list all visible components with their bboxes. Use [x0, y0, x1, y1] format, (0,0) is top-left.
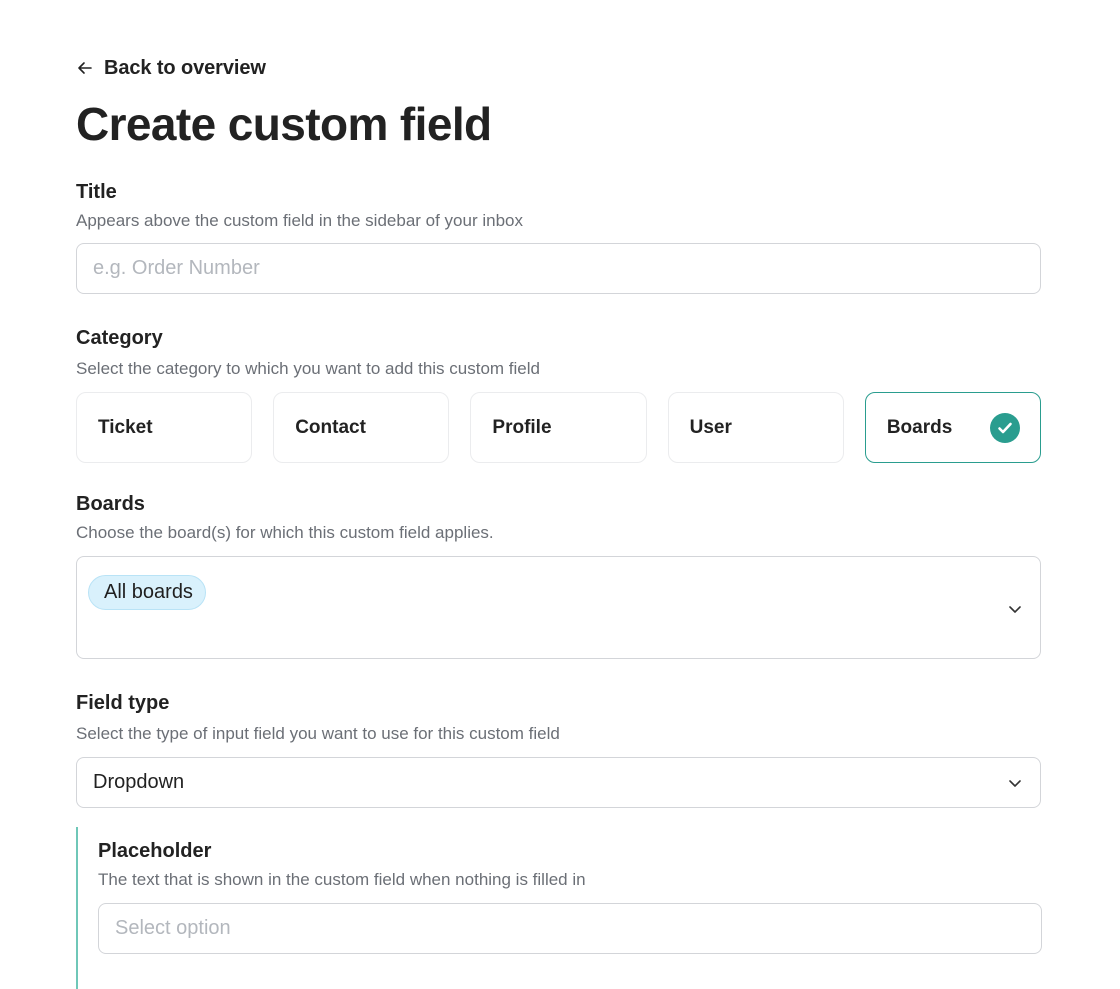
boards-label: Boards: [76, 493, 145, 515]
category-option-contact[interactable]: Contact: [273, 392, 450, 463]
placeholder-input[interactable]: Select option: [98, 903, 1042, 954]
placeholder-help: The text that is shown in the custom fie…: [98, 870, 586, 889]
back-label: Back to overview: [104, 56, 266, 79]
title-input[interactable]: e.g. Order Number: [76, 243, 1041, 294]
category-option-profile[interactable]: Profile: [470, 392, 647, 463]
category-option-label: Profile: [492, 416, 552, 438]
category-option-label: Contact: [295, 416, 366, 438]
field-type-label: Field type: [76, 692, 170, 714]
category-option-label: Ticket: [98, 416, 153, 438]
placeholder-input-placeholder: Select option: [115, 917, 231, 939]
title-help: Appears above the custom field in the si…: [76, 211, 523, 230]
chevron-down-icon: [1009, 606, 1021, 613]
boards-help: Choose the board(s) for which this custo…: [76, 523, 494, 542]
boards-multiselect[interactable]: All boards: [76, 556, 1041, 659]
category-label: Category: [76, 327, 163, 349]
field-type-help: Select the type of input field you want …: [76, 724, 560, 743]
category-option-label: Boards: [886, 416, 953, 438]
board-chip[interactable]: All boards: [88, 575, 206, 610]
page-title: Create custom field: [76, 98, 492, 150]
field-type-select[interactable]: Dropdown: [76, 757, 1041, 808]
check-circle-icon: [990, 412, 1021, 443]
category-option-label: User: [689, 416, 732, 438]
chevron-down-icon: [1009, 780, 1021, 787]
category-option-boards[interactable]: Boards: [864, 392, 1042, 463]
dropdown-options-section: Placeholder The text that is shown in th…: [76, 827, 1042, 989]
field-type-value: Dropdown: [93, 771, 185, 793]
title-label: Title: [76, 181, 117, 203]
back-to-overview-link[interactable]: Back to overview: [76, 54, 266, 82]
arrow-left-icon: [78, 62, 92, 74]
category-help: Select the category to which you want to…: [76, 359, 540, 378]
placeholder-label: Placeholder: [98, 840, 212, 862]
category-option-user[interactable]: User: [667, 392, 844, 463]
category-option-ticket[interactable]: Ticket: [76, 392, 253, 463]
category-options: Ticket Contact Profile User Boards: [76, 392, 1042, 463]
title-input-placeholder: e.g. Order Number: [93, 257, 260, 279]
